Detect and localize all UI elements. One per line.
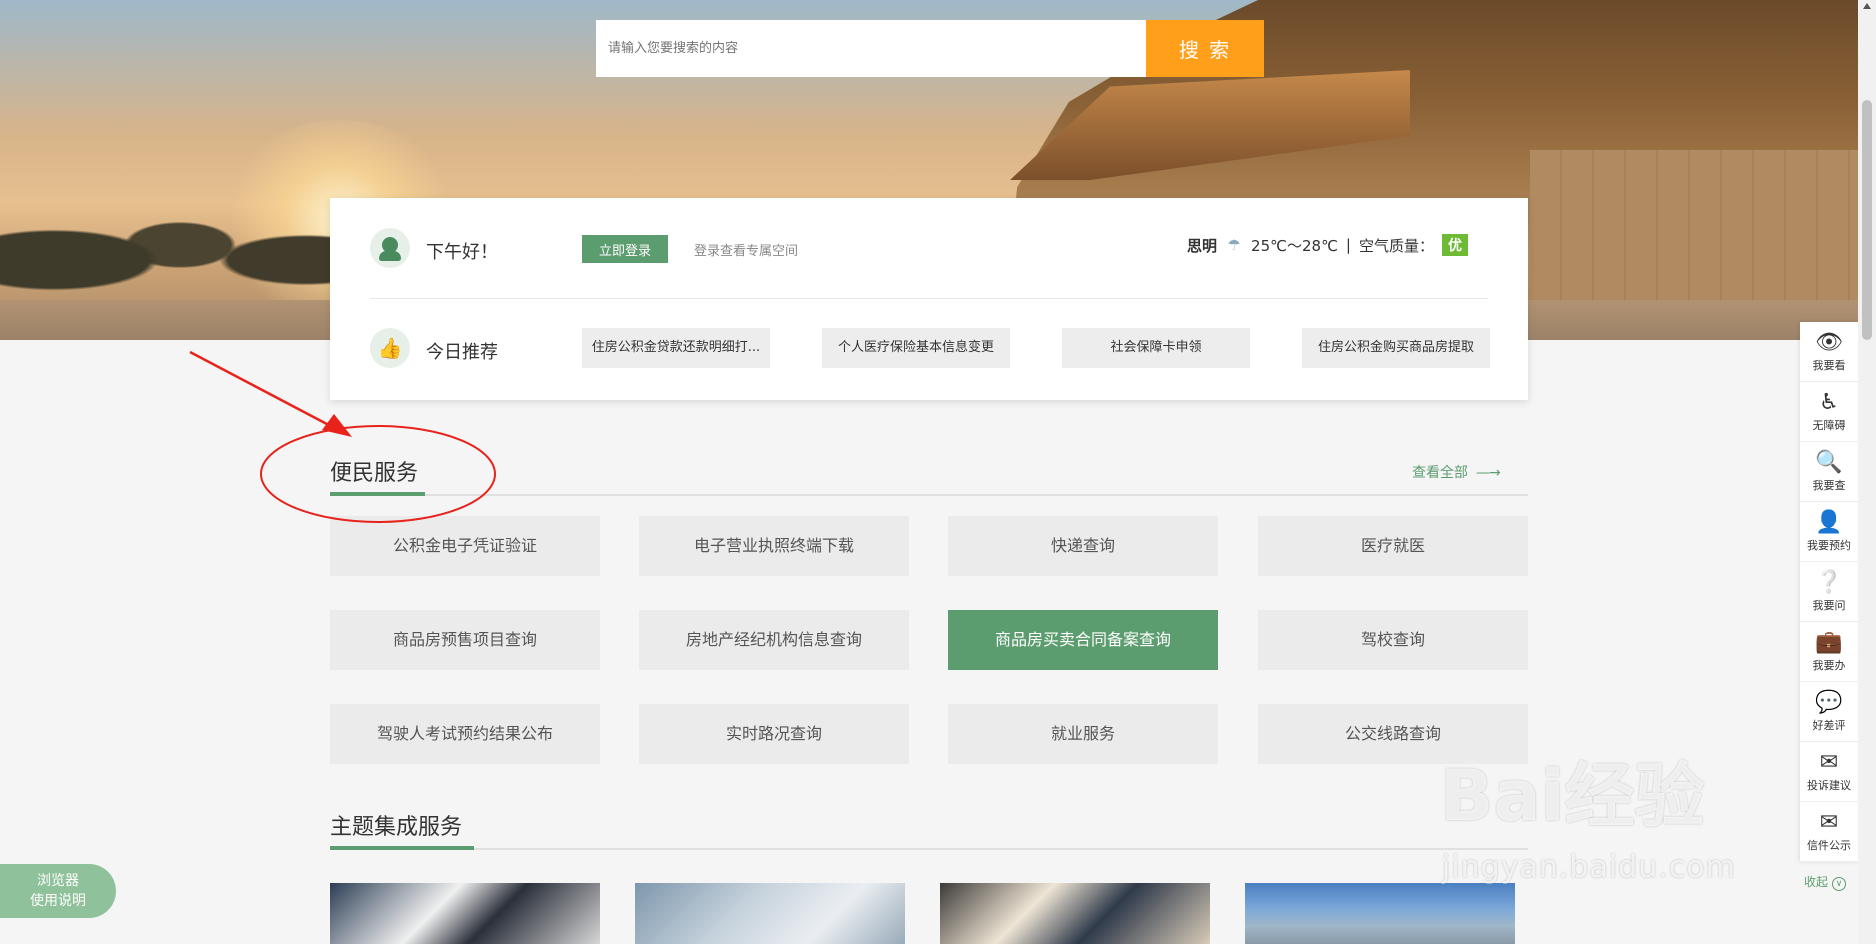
- browser-help-line1: 浏览器: [37, 873, 79, 889]
- air-quality-label: 空气质量：: [1358, 236, 1434, 255]
- theme-image-card[interactable]: [635, 883, 905, 944]
- right-toolbar: 👁 我要看 ♿ 无障碍 🔍 我要查 👤 我要预约 ❔ 我要问 💼 我要办 💬 好差评 ✉ 投诉建…: [1800, 322, 1858, 862]
- arrow-right-icon: —→: [1476, 465, 1501, 481]
- view-all-label: 查看全部: [1412, 465, 1468, 481]
- recommend-item[interactable]: 住房公积金购买商品房提取: [1302, 328, 1490, 368]
- sidebar-item-label: 投诉建议: [1807, 778, 1851, 792]
- section-divider: [330, 494, 1528, 496]
- sidebar-item-handle[interactable]: 💼 我要办: [1800, 622, 1858, 682]
- login-hint[interactable]: 登录查看专属空间: [694, 240, 798, 259]
- search-button[interactable]: 搜 索: [1146, 20, 1264, 77]
- sidebar-item-view[interactable]: 👁 我要看: [1800, 322, 1858, 382]
- weather-widget: 思明 ☂ 25℃～28℃ | 空气质量： 优: [1187, 234, 1468, 256]
- browser-help-line2: 使用说明: [30, 893, 86, 909]
- theme-title: 主题集成服务: [330, 815, 463, 840]
- service-item[interactable]: 公积金电子凭证验证: [330, 516, 600, 576]
- scrollbar[interactable]: [1858, 0, 1876, 944]
- recommend-item[interactable]: 社会保障卡申领: [1062, 328, 1250, 368]
- sidebar-item-complaint[interactable]: ✉ 投诉建议: [1800, 742, 1858, 802]
- sidebar-item-letters[interactable]: ✉ 信件公示: [1800, 802, 1858, 862]
- service-item[interactable]: 医疗就医: [1258, 516, 1528, 576]
- briefcase-icon: 💼: [1815, 629, 1843, 655]
- recommend-row: 👍 今日推荐 住房公积金贷款还款明细打... 个人医疗保险基本信息变更 社会保障…: [370, 298, 1490, 400]
- convenience-title: 便民服务: [330, 461, 419, 486]
- service-item[interactable]: 房地产经纪机构信息查询: [639, 610, 909, 670]
- mail-icon: ✉: [1819, 749, 1839, 775]
- sidebar-item-label: 我要办: [1812, 658, 1846, 672]
- service-item[interactable]: 电子营业执照终端下载: [639, 516, 909, 576]
- recommend-item[interactable]: 住房公积金贷款还款明细打...: [582, 328, 770, 368]
- sidebar-item-label: 我要问: [1812, 598, 1846, 612]
- theme-image-card[interactable]: [940, 883, 1210, 944]
- collapse-label: 收起: [1804, 875, 1829, 889]
- user-icon: 👤: [1815, 509, 1843, 535]
- service-item[interactable]: 快递查询: [948, 516, 1218, 576]
- service-item-active[interactable]: 商品房买卖合同备案查询: [948, 610, 1218, 670]
- sidebar-item-rating[interactable]: 💬 好差评: [1800, 682, 1858, 742]
- sidebar-item-label: 我要看: [1812, 358, 1846, 372]
- open-mail-icon: ✉: [1819, 809, 1839, 835]
- accessibility-icon: ♿: [1819, 389, 1839, 415]
- air-quality-badge: 优: [1442, 234, 1468, 256]
- service-item[interactable]: 驾驶人考试预约结果公布: [330, 704, 600, 764]
- greeting-text: 下午好！: [426, 242, 498, 263]
- sidebar-item-label: 我要查: [1812, 478, 1846, 492]
- watermark-brand: Bai经验: [1440, 755, 1705, 837]
- user-panel: 下午好！ 立即登录 登录查看专属空间 思明 ☂ 25℃～28℃ | 空气质量： …: [330, 198, 1528, 400]
- search-bar: 搜 索: [596, 20, 1264, 77]
- recommend-item[interactable]: 个人医疗保险基本信息变更: [822, 328, 1010, 368]
- sidebar-item-label: 信件公示: [1807, 838, 1851, 852]
- weather-separator: |: [1345, 236, 1351, 254]
- comment-icon: 💬: [1815, 689, 1843, 715]
- service-item[interactable]: 驾校查询: [1258, 610, 1528, 670]
- sidebar-item-label: 我要预约: [1807, 538, 1851, 552]
- eye-icon: 👁: [1815, 329, 1843, 355]
- chevron-down-icon: ∨: [1832, 877, 1847, 891]
- trees: [0, 170, 360, 320]
- sidebar-item-appointment[interactable]: 👤 我要预约: [1800, 502, 1858, 562]
- weather-city: 思明: [1187, 236, 1218, 255]
- sidebar-item-query[interactable]: 🔍 我要查: [1800, 442, 1858, 502]
- section-title-underline: [330, 846, 474, 850]
- baidu-jingyan-watermark: Bai经验 jingyan.baidu.com: [1440, 740, 1800, 910]
- scroll-up-arrow-icon[interactable]: [1863, 3, 1871, 9]
- annotation-arrow-head: [322, 414, 352, 437]
- section-title-underline: [330, 492, 425, 496]
- sidebar-item-label: 好差评: [1812, 718, 1846, 732]
- search-input[interactable]: [596, 20, 1146, 77]
- weather-icon: ☂: [1227, 236, 1241, 254]
- collapse-button[interactable]: 收起 ∨: [1804, 873, 1847, 891]
- avatar: [370, 228, 410, 268]
- service-item[interactable]: 实时路况查询: [639, 704, 909, 764]
- recommend-title: 今日推荐: [426, 342, 498, 363]
- weather-temp: 25℃～28℃: [1251, 236, 1338, 255]
- search-doc-icon: 🔍: [1815, 449, 1843, 475]
- browser-help-button[interactable]: 浏览器 使用说明: [0, 864, 116, 918]
- service-item[interactable]: 就业服务: [948, 704, 1218, 764]
- annotation-arrow-line: [189, 350, 343, 434]
- welcome-row: 下午好！ 立即登录 登录查看专属空间 思明 ☂ 25℃～28℃ | 空气质量： …: [370, 198, 1488, 299]
- login-button[interactable]: 立即登录: [582, 235, 668, 263]
- sidebar-item-accessibility[interactable]: ♿ 无障碍: [1800, 382, 1858, 442]
- view-all-link[interactable]: 查看全部 —→: [1412, 462, 1501, 482]
- sidebar-item-ask[interactable]: ❔ 我要问: [1800, 562, 1858, 622]
- section-divider: [330, 848, 1528, 850]
- watermark-url: jingyan.baidu.com: [1442, 850, 1736, 885]
- sidebar-item-label: 无障碍: [1812, 418, 1846, 432]
- theme-image-card[interactable]: [330, 883, 600, 944]
- service-item[interactable]: 商品房预售项目查询: [330, 610, 600, 670]
- thumbs-up-icon: 👍: [370, 328, 410, 368]
- scrollbar-thumb[interactable]: [1862, 100, 1872, 340]
- question-icon: ❔: [1815, 569, 1843, 595]
